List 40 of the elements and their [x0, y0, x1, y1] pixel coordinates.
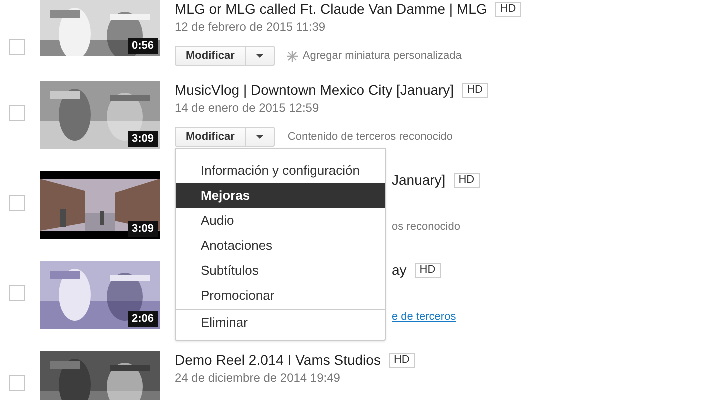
menu-item[interactable]: Información y configuración: [176, 158, 385, 183]
third-party-notice: os reconocido: [392, 221, 460, 233]
menu-item[interactable]: Audio: [176, 208, 385, 233]
checkbox[interactable]: [9, 375, 25, 391]
hd-label: HD: [462, 82, 488, 98]
upload-date: 12 de febrero de 2015 11:39: [175, 19, 327, 36]
video-duration: 0:56: [128, 38, 158, 54]
video-duration: 3:09: [128, 221, 158, 237]
video-title[interactable]: MusicVlog | Downtown Mexico City [January]: [175, 82, 454, 98]
video-title[interactable]: MLG or MLG called Ft. Claude Van Damme | MLG: [175, 1, 488, 17]
edit-button[interactable]: Modificar: [175, 46, 246, 66]
checkbox[interactable]: [9, 39, 25, 55]
menu-item[interactable]: Promocionar: [176, 283, 385, 308]
edit-button[interactable]: Modificar: [175, 127, 246, 147]
checkbox[interactable]: [9, 105, 25, 121]
dropdown-button[interactable]: [246, 127, 275, 147]
video-title[interactable]: Demo Reel 2.014 I Vams Studios: [175, 352, 381, 368]
caret-icon: [256, 135, 264, 139]
dropdown-button[interactable]: [246, 46, 275, 66]
upload-date: 14 de enero de 2015 12:59: [175, 100, 320, 117]
menu-item[interactable]: Eliminar: [176, 310, 385, 335]
video-title[interactable]: January]: [392, 172, 446, 188]
hd-label: HD: [414, 262, 441, 278]
thumbnail-hint[interactable]: Agregar miniatura personalizada: [302, 50, 462, 62]
checkbox[interactable]: [9, 195, 25, 211]
upload-date: 24 de diciembre de 2014 19:49: [175, 370, 342, 387]
video-duration: 2:06: [128, 311, 158, 327]
menu-item[interactable]: Anotaciones: [176, 233, 385, 258]
third-party-notice: Contenido de terceros reconocido: [288, 131, 454, 143]
checkbox[interactable]: [9, 285, 25, 301]
hd-label: HD: [388, 352, 415, 368]
menu-item[interactable]: Subtítulos: [176, 258, 385, 283]
caret-icon: [256, 54, 264, 58]
video-title[interactable]: ay: [392, 262, 407, 278]
third-party-link[interactable]: e de terceros: [392, 311, 456, 323]
video-duration: 3:09: [128, 131, 158, 147]
sparkle-icon: [286, 50, 298, 62]
menu-item[interactable]: Mejoras: [176, 183, 385, 208]
hd-label: HD: [495, 2, 522, 16]
hd-label: HD: [454, 172, 480, 188]
